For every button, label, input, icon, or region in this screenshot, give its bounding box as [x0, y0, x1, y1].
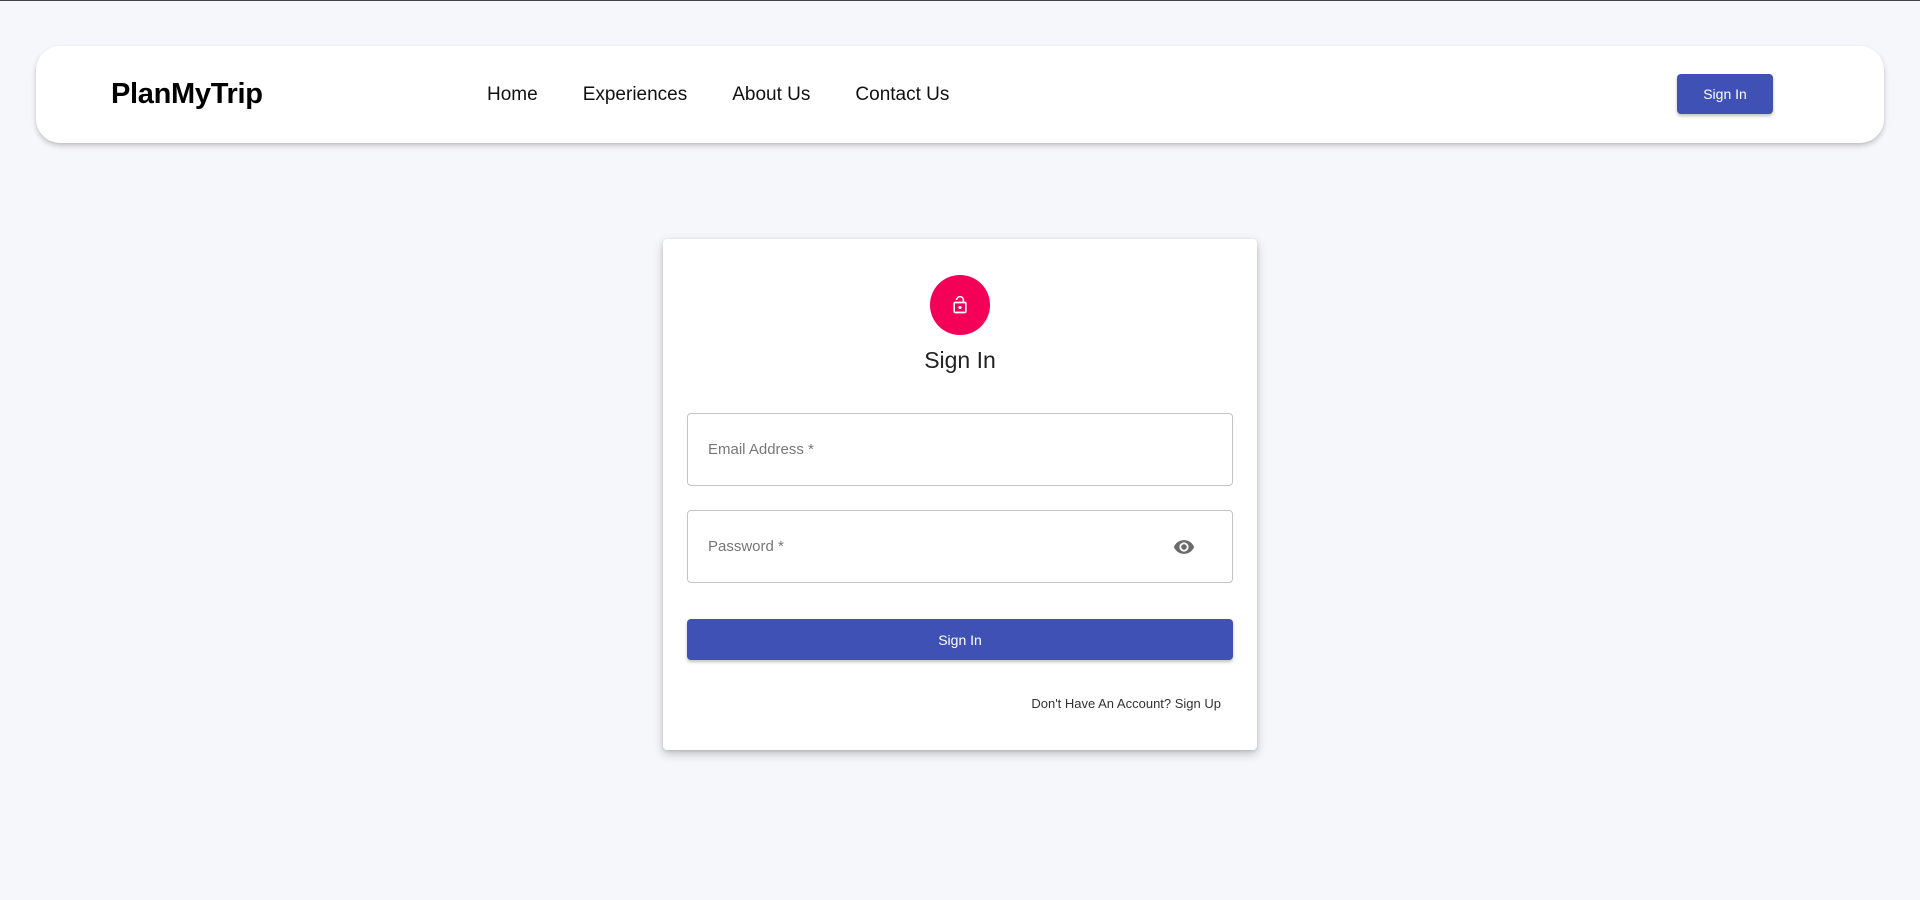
toggle-password-visibility-button[interactable]	[1172, 535, 1196, 559]
nav-link-about-us[interactable]: About Us	[732, 84, 810, 106]
nav-links: Home Experiences About Us Contact Us	[487, 46, 949, 143]
password-input[interactable]	[688, 511, 1232, 582]
lock-avatar	[930, 275, 990, 335]
nav-link-contact-us[interactable]: Contact Us	[855, 84, 949, 106]
email-input[interactable]	[688, 414, 1232, 485]
nav-link-home[interactable]: Home	[487, 84, 538, 106]
lock-icon	[953, 295, 967, 314]
sign-up-link[interactable]: Don't Have An Account? Sign Up	[1031, 696, 1221, 711]
sign-in-card: Sign In Sign In Don't Have An Account? S…	[663, 239, 1257, 750]
header-sign-in-button[interactable]: Sign In	[1677, 74, 1773, 114]
sign-in-title: Sign In	[924, 347, 996, 373]
nav-link-experiences[interactable]: Experiences	[583, 84, 688, 106]
eye-icon	[1173, 540, 1195, 554]
password-field	[687, 510, 1233, 583]
top-navbar: PlanMyTrip Home Experiences About Us Con…	[36, 46, 1884, 143]
email-field	[687, 413, 1233, 486]
sign-in-submit-button[interactable]: Sign In	[687, 619, 1233, 660]
brand-logo[interactable]: PlanMyTrip	[111, 46, 263, 143]
